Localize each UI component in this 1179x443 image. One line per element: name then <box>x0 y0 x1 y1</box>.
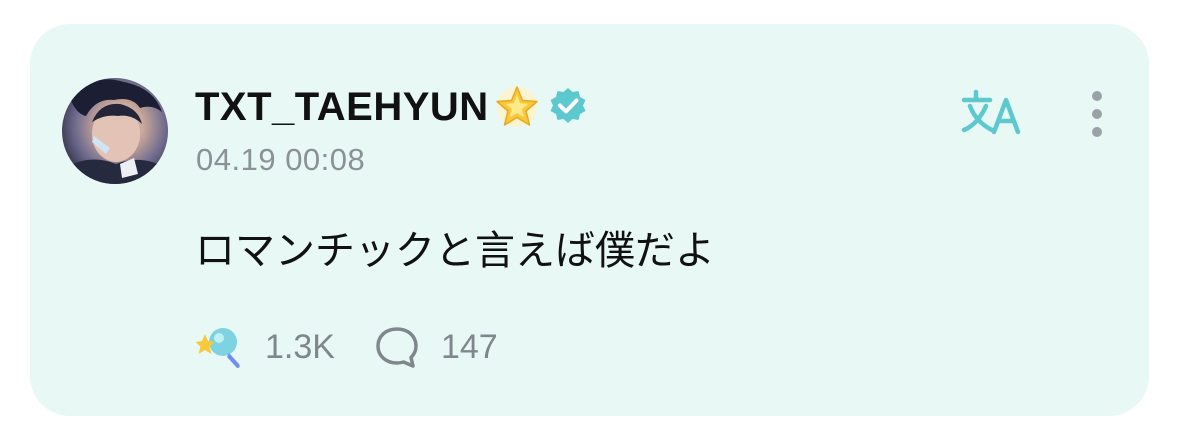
comment-bubble-icon <box>376 327 418 368</box>
avatar[interactable] <box>62 78 168 184</box>
translate-button[interactable] <box>960 86 1030 140</box>
reactions-count: 1.3K <box>265 327 335 366</box>
translate-icon <box>961 89 1021 135</box>
comments-button[interactable]: 147 <box>373 324 498 370</box>
reaction-lightstick-icon <box>195 328 240 368</box>
comments-count: 147 <box>440 327 498 366</box>
more-vertical-icon <box>1092 91 1102 137</box>
post-timestamp: 04.19 00:08 <box>196 142 366 177</box>
post-text: ロマンチックと言えば僕だよ <box>195 228 715 274</box>
glowing-star-icon <box>495 86 538 127</box>
post-card: TXT_TAEHYUN 04.19 00:08 ロマンチックと言えば僕だよ 1.… <box>30 24 1149 416</box>
post-actions: 1.3K 147 <box>195 322 498 372</box>
reaction-button[interactable]: 1.3K <box>195 324 335 370</box>
author-row: TXT_TAEHYUN <box>195 82 589 132</box>
username[interactable]: TXT_TAEHYUN <box>195 85 489 130</box>
avatar-image <box>68 79 166 184</box>
verified-badge-icon <box>550 88 586 123</box>
more-options-button[interactable] <box>1082 86 1112 142</box>
